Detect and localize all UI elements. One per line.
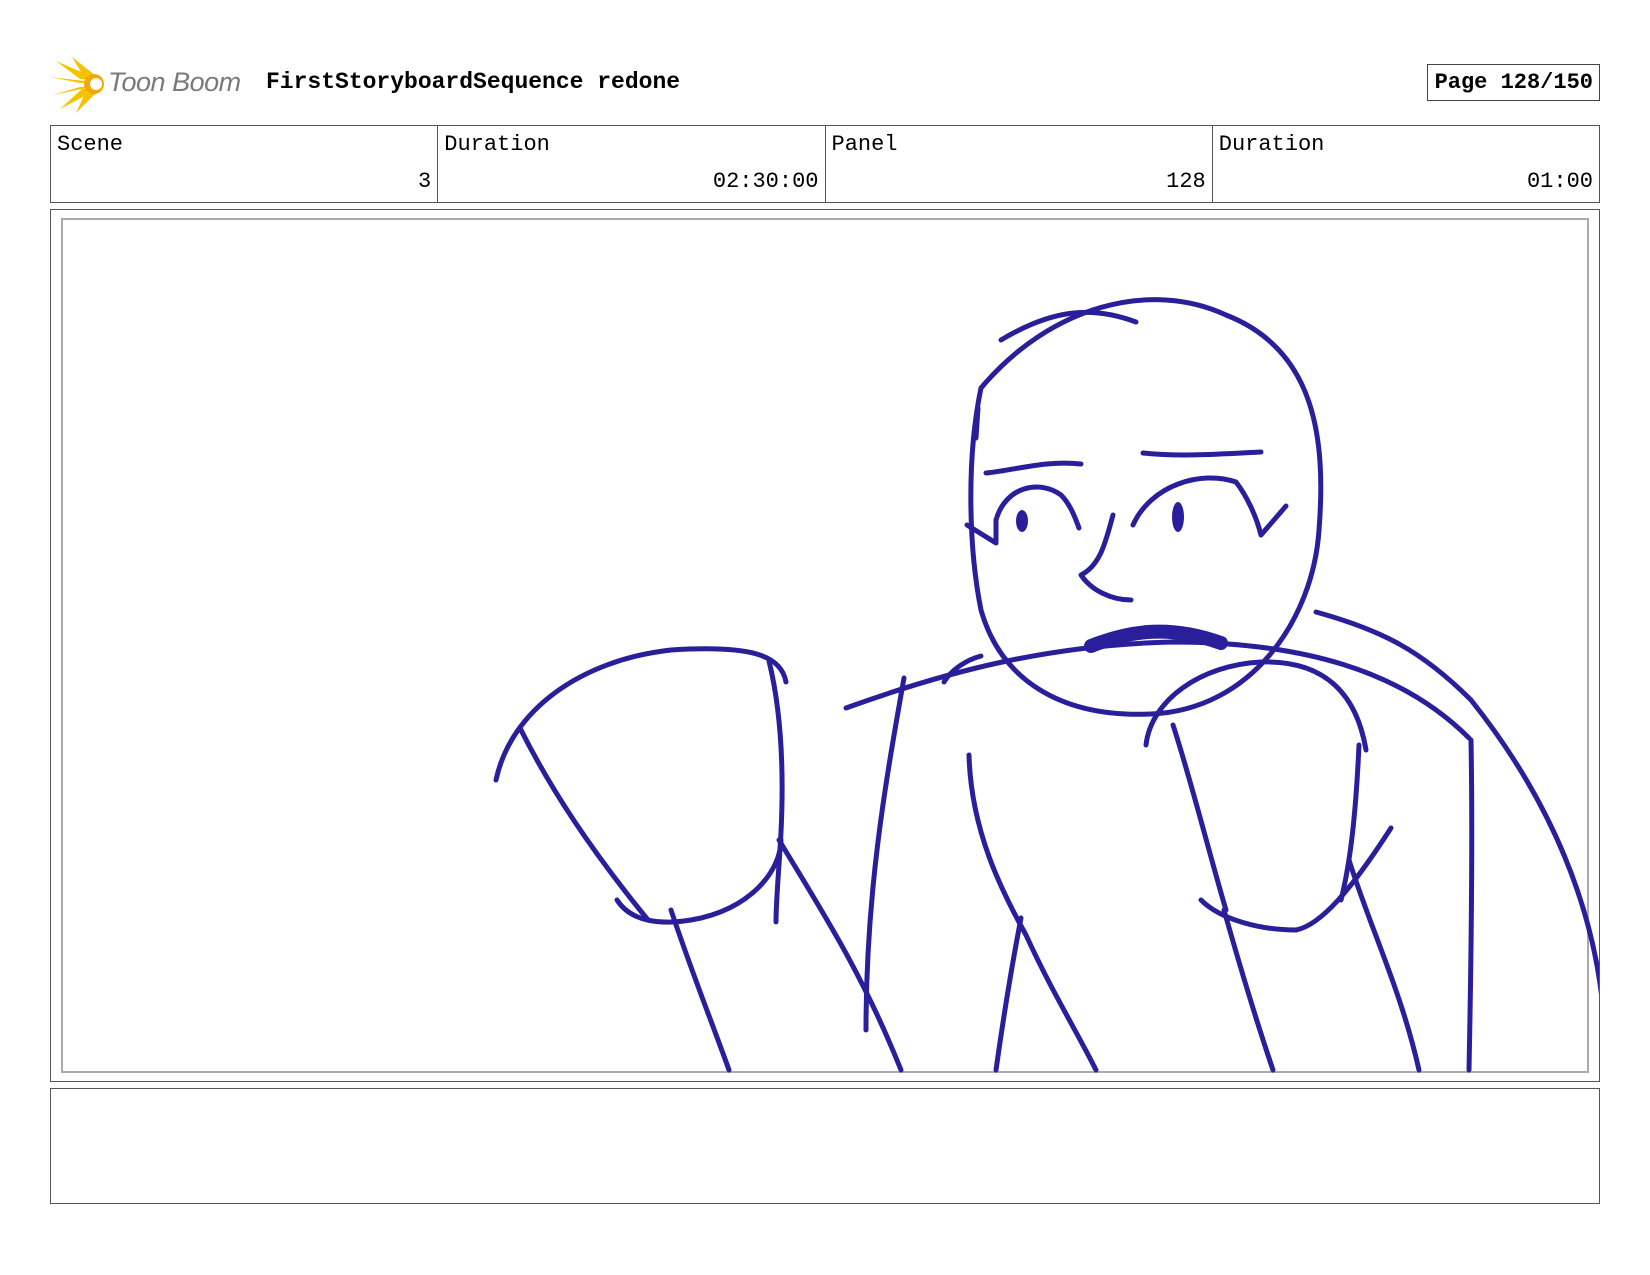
sketch-right-arm-2 — [1346, 857, 1422, 1073]
panel-info-table: Scene 3 Duration 02:30:00 Panel 128 Dura… — [50, 125, 1600, 203]
scene-duration-value: 02:30:00 — [712, 169, 819, 194]
storyboard-panel — [50, 209, 1600, 1082]
panel-duration-value: 01:00 — [1526, 169, 1593, 194]
sketch-right-fist-bottom — [1198, 825, 1394, 933]
panel-duration-label: Duration — [1218, 132, 1325, 157]
panel-sketch — [493, 297, 1599, 1073]
panel-value: 128 — [1166, 169, 1206, 194]
starburst-icon — [50, 57, 104, 113]
sketch-back-curve — [1313, 609, 1599, 996]
page-header: Toon Boom FirstStoryboardSequence redone… — [50, 55, 1600, 115]
scene-cell: Scene 3 — [51, 126, 439, 202]
sketch-nose — [1078, 512, 1134, 603]
panel-label: Panel — [831, 132, 898, 157]
panel-cell: Panel 128 — [826, 126, 1213, 202]
logo-text: Toon Boom — [108, 67, 241, 97]
panel-notes-box — [50, 1088, 1600, 1204]
sketch-left-eye-lid — [993, 484, 1082, 531]
sketch-left-arm-2 — [776, 837, 904, 1073]
sketch-leg-left — [993, 915, 1024, 1073]
sketch-left-brow — [983, 460, 1084, 476]
sketch-inner-left — [966, 752, 1099, 1073]
sketch-hair — [998, 309, 1139, 343]
sketch-right-eye-lash — [1258, 503, 1289, 538]
sketch-shoulder-line — [843, 639, 1472, 741]
scene-value: 3 — [418, 169, 432, 194]
sketch-left-arm-1 — [668, 907, 732, 1073]
toon-boom-logo: Toon Boom — [50, 55, 250, 115]
sketch-right-brow — [1140, 449, 1264, 458]
sketch-right-arm-1 — [1221, 907, 1276, 1073]
document-title: FirstStoryboardSequence redone — [266, 69, 681, 95]
sketch-left-fist-back — [766, 658, 785, 925]
sketch-right-vert — [1466, 737, 1475, 1073]
sketch-right-eye-lid — [1130, 475, 1264, 538]
scene-label: Scene — [57, 132, 124, 157]
sketch-right-pupil — [1172, 502, 1184, 532]
sketch-torso-left — [863, 675, 907, 1033]
scene-duration-label: Duration — [444, 132, 550, 157]
sketch-hair-stroke — [973, 405, 981, 441]
page-indicator: Page 128/150 — [1426, 64, 1600, 101]
panel-duration-cell: Duration 01:00 — [1213, 126, 1599, 202]
sketch-left-fist-front — [517, 725, 651, 923]
scene-duration-cell: Duration 02:30:00 — [438, 126, 826, 202]
sketch-right-fist-front — [1170, 722, 1229, 913]
sketch-left-pupil — [1016, 510, 1028, 532]
